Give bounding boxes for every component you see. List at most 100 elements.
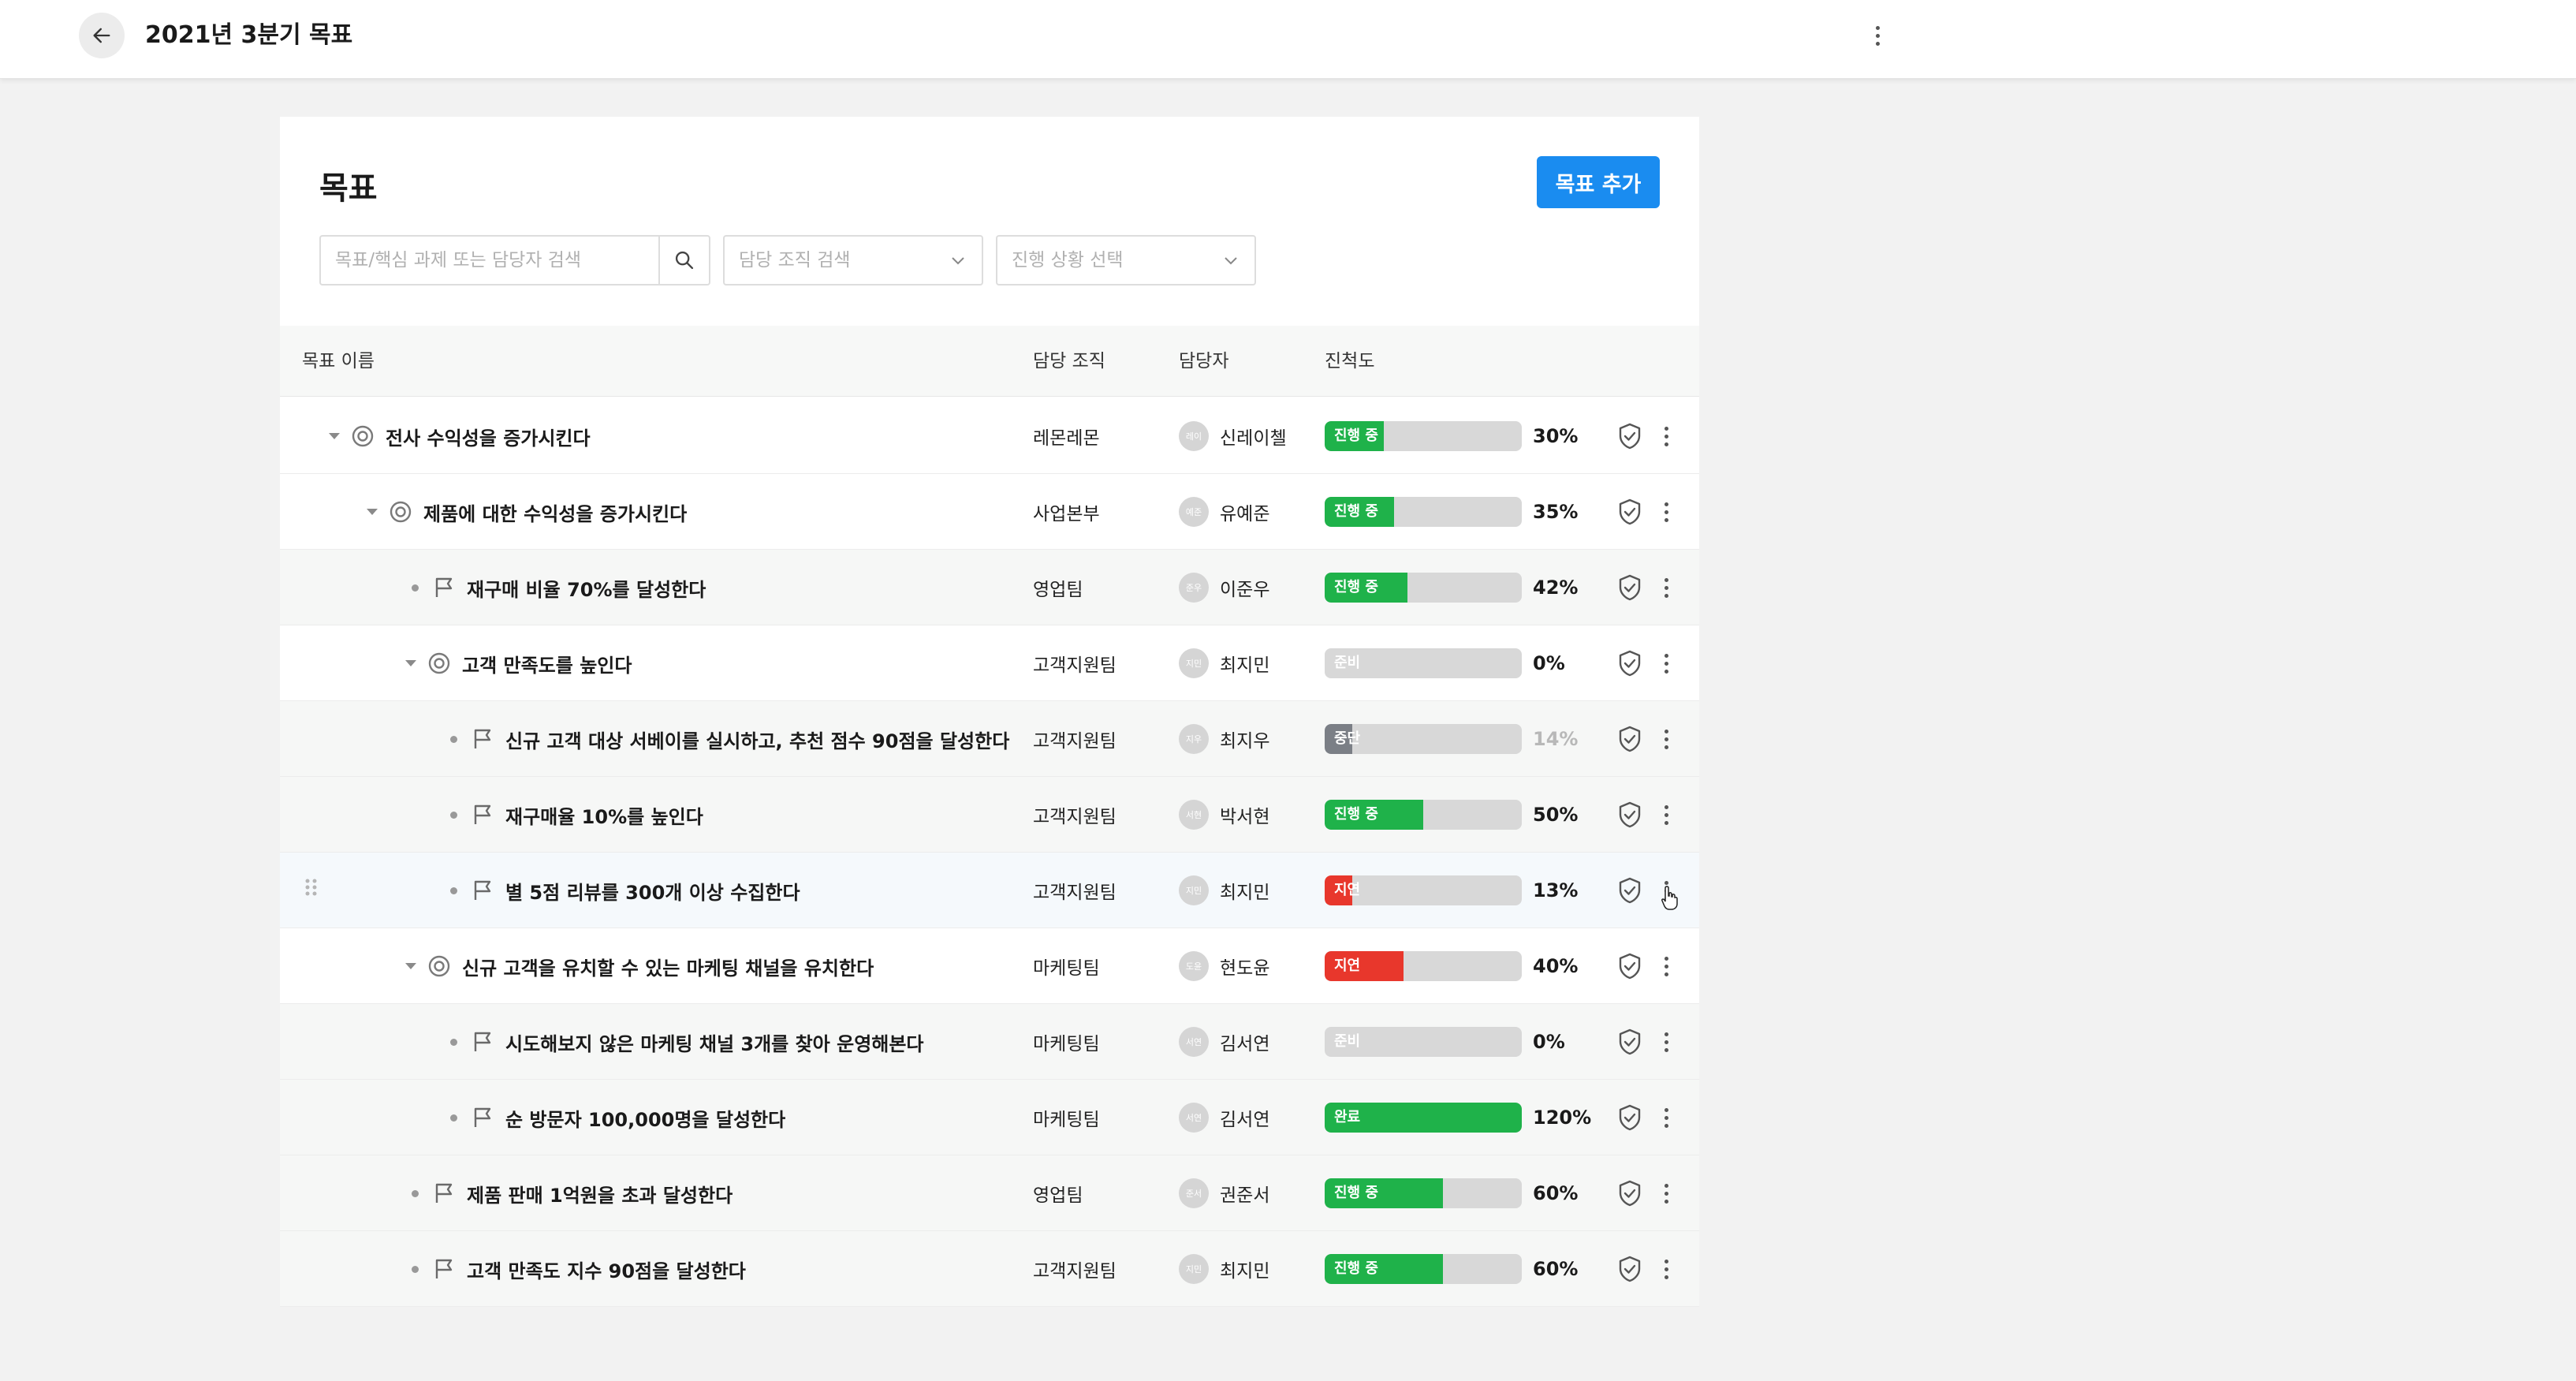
table-row[interactable]: 고객 만족도 지수 90점을 달성한다 고객지원팀 지민 최지민 진행 중 60%	[280, 1231, 1699, 1307]
avatar: 서연	[1179, 1103, 1209, 1133]
progress-bar: 완료	[1325, 1103, 1522, 1133]
check-shield-icon[interactable]	[1614, 875, 1646, 906]
check-shield-icon[interactable]	[1614, 799, 1646, 830]
check-shield-icon[interactable]	[1614, 723, 1646, 755]
avatar: 준서	[1179, 1178, 1209, 1208]
goal-name-cell: 신규 고객을 유치할 수 있는 마케팅 채널을 유치한다	[280, 928, 1013, 1004]
more-vertical-icon[interactable]	[1658, 722, 1674, 756]
owner-name: 최지민	[1220, 883, 1270, 903]
check-shield-icon[interactable]	[1614, 1102, 1646, 1133]
check-shield-icon[interactable]	[1614, 496, 1646, 528]
caret-down-icon[interactable]	[363, 503, 381, 521]
caret-down-icon[interactable]	[402, 957, 419, 975]
progress-cell: 준비 0%	[1325, 625, 1565, 701]
goal-name[interactable]: 전사 수익성을 증가시킨다	[386, 423, 591, 450]
more-vertical-icon[interactable]	[1658, 1176, 1674, 1211]
org-cell: 레몬레몬	[1033, 428, 1100, 449]
table-row[interactable]: 재구매 비율 70%를 달성한다 영업팀 준우 이준우 진행 중 42%	[280, 550, 1699, 625]
goal-name-cell: 재구매 비율 70%를 달성한다	[280, 550, 1013, 625]
search-input[interactable]	[321, 237, 658, 284]
add-goal-button[interactable]: 목표 추가	[1537, 156, 1660, 208]
status-badge: 중단	[1334, 730, 1361, 747]
org-select-placeholder: 담당 조직 검색	[739, 250, 851, 271]
check-shield-icon[interactable]	[1614, 572, 1646, 603]
table-row[interactable]: 제품에 대한 수익성을 증가시킨다 사업본부 예준 유예준 진행 중 35%	[280, 474, 1699, 550]
chevron-down-icon	[952, 257, 964, 265]
check-shield-icon[interactable]	[1614, 1026, 1646, 1058]
owner-name: 최지우	[1220, 731, 1270, 752]
table-row[interactable]: 별 5점 리뷰를 300개 이상 수집한다 고객지원팀 지민 최지민 지연 13%	[280, 853, 1699, 928]
owner-cell: 지민 최지민	[1179, 625, 1269, 701]
back-button[interactable]	[79, 13, 125, 58]
goal-name[interactable]: 신규 고객을 유치할 수 있는 마케팅 채널을 유치한다	[462, 953, 874, 980]
avatar: 레이	[1179, 421, 1209, 451]
more-vertical-icon[interactable]	[1658, 1025, 1674, 1059]
goal-name-cell: 제품 판매 1억원을 초과 달성한다	[280, 1155, 1013, 1231]
progress-percent: 14%	[1533, 728, 1579, 750]
goal-name[interactable]: 제품 판매 1억원을 초과 달성한다	[467, 1180, 733, 1207]
more-vertical-icon[interactable]	[1658, 797, 1674, 832]
caret-down-icon[interactable]	[402, 655, 419, 672]
status-badge: 진행 중	[1334, 1260, 1378, 1277]
status-badge: 지연	[1334, 882, 1361, 898]
more-vertical-icon[interactable]	[1658, 495, 1674, 529]
column-header-progress[interactable]: 진척도	[1325, 326, 1374, 397]
goal-name[interactable]: 순 방문자 100,000명을 달성한다	[505, 1104, 785, 1132]
goal-name[interactable]: 별 5점 리뷰를 300개 이상 수집한다	[505, 877, 800, 905]
more-vertical-icon[interactable]	[1658, 419, 1674, 453]
bullet-icon	[412, 1265, 419, 1273]
check-shield-icon[interactable]	[1614, 648, 1646, 679]
more-vertical-icon[interactable]	[1866, 17, 1889, 54]
target-icon	[351, 424, 375, 448]
flag-icon	[471, 1106, 494, 1129]
more-vertical-icon[interactable]	[1658, 646, 1674, 681]
goal-name[interactable]: 고객 만족도를 높인다	[462, 650, 632, 677]
goal-name[interactable]: 재구매 비율 70%를 달성한다	[467, 574, 706, 602]
table-row[interactable]: 제품 판매 1억원을 초과 달성한다 영업팀 준서 권준서 진행 중 60%	[280, 1155, 1699, 1231]
owner-name: 현도윤	[1220, 958, 1270, 979]
status-select[interactable]: 진행 상황 선택	[996, 235, 1256, 286]
goal-name[interactable]: 신규 고객 대상 서베이를 실시하고, 추천 점수 90점을 달성한다	[505, 726, 1009, 753]
org-cell: 마케팅팀	[1033, 1034, 1100, 1054]
more-vertical-icon[interactable]	[1658, 949, 1674, 983]
table-row[interactable]: 순 방문자 100,000명을 달성한다 마케팅팀 서연 김서연 완료 120%	[280, 1080, 1699, 1155]
goal-name[interactable]: 고객 만족도 지수 90점을 달성한다	[467, 1256, 746, 1283]
table-row[interactable]: 고객 만족도를 높인다 고객지원팀 지민 최지민 준비 0%	[280, 625, 1699, 701]
table-row[interactable]: 신규 고객을 유치할 수 있는 마케팅 채널을 유치한다 마케팅팀 도윤 현도윤 지연 4…	[280, 928, 1699, 1004]
column-header-org[interactable]: 담당 조직	[1033, 326, 1105, 397]
org-cell: 고객지원팀	[1033, 807, 1117, 827]
search-button[interactable]	[658, 237, 709, 284]
flag-icon	[471, 727, 494, 751]
progress-bar: 진행 중	[1325, 573, 1522, 603]
table-row[interactable]: 시도해보지 않은 마케팅 채널 3개를 찾아 운영해본다 마케팅팀 서연 김서연 준비 0…	[280, 1004, 1699, 1080]
progress-bar: 진행 중	[1325, 800, 1522, 830]
goal-name-cell: 별 5점 리뷰를 300개 이상 수집한다	[280, 853, 1013, 928]
check-shield-icon[interactable]	[1614, 950, 1646, 982]
status-badge: 완료	[1334, 1109, 1361, 1125]
flag-icon	[471, 1030, 494, 1054]
status-select-placeholder: 진행 상황 선택	[1012, 250, 1124, 271]
table-row[interactable]: 재구매율 10%를 높인다 고객지원팀 서현 박서현 진행 중 50%	[280, 777, 1699, 853]
flag-icon	[432, 1181, 456, 1205]
progress-cell: 진행 중 30%	[1325, 398, 1578, 474]
progress-percent: 42%	[1533, 577, 1579, 599]
goal-name[interactable]: 시도해보지 않은 마케팅 채널 3개를 찾아 운영해본다	[505, 1028, 924, 1056]
check-shield-icon[interactable]	[1614, 420, 1646, 452]
caret-down-icon[interactable]	[326, 427, 343, 445]
more-vertical-icon[interactable]	[1658, 1252, 1674, 1286]
avatar: 준우	[1179, 573, 1209, 603]
more-vertical-icon[interactable]	[1658, 1100, 1674, 1135]
more-vertical-icon[interactable]	[1658, 570, 1674, 605]
owner-name: 이준우	[1220, 580, 1270, 600]
goal-name[interactable]: 재구매율 10%를 높인다	[505, 801, 703, 829]
goal-name[interactable]: 제품에 대한 수익성을 증가시킨다	[423, 498, 687, 526]
org-select[interactable]: 담당 조직 검색	[723, 235, 983, 286]
table-row[interactable]: 신규 고객 대상 서베이를 실시하고, 추천 점수 90점을 달성한다 고객지원팀…	[280, 701, 1699, 777]
column-header-owner[interactable]: 담당자	[1179, 326, 1228, 397]
table-row[interactable]: 전사 수익성을 증가시킨다 레몬레몬 레이 신레이첼 진행 중 30%	[280, 398, 1699, 474]
check-shield-icon[interactable]	[1614, 1178, 1646, 1209]
column-header-name[interactable]: 목표 이름	[302, 326, 375, 397]
org-cell: 사업본부	[1033, 504, 1100, 524]
bullet-icon	[450, 1038, 457, 1046]
check-shield-icon[interactable]	[1614, 1253, 1646, 1285]
